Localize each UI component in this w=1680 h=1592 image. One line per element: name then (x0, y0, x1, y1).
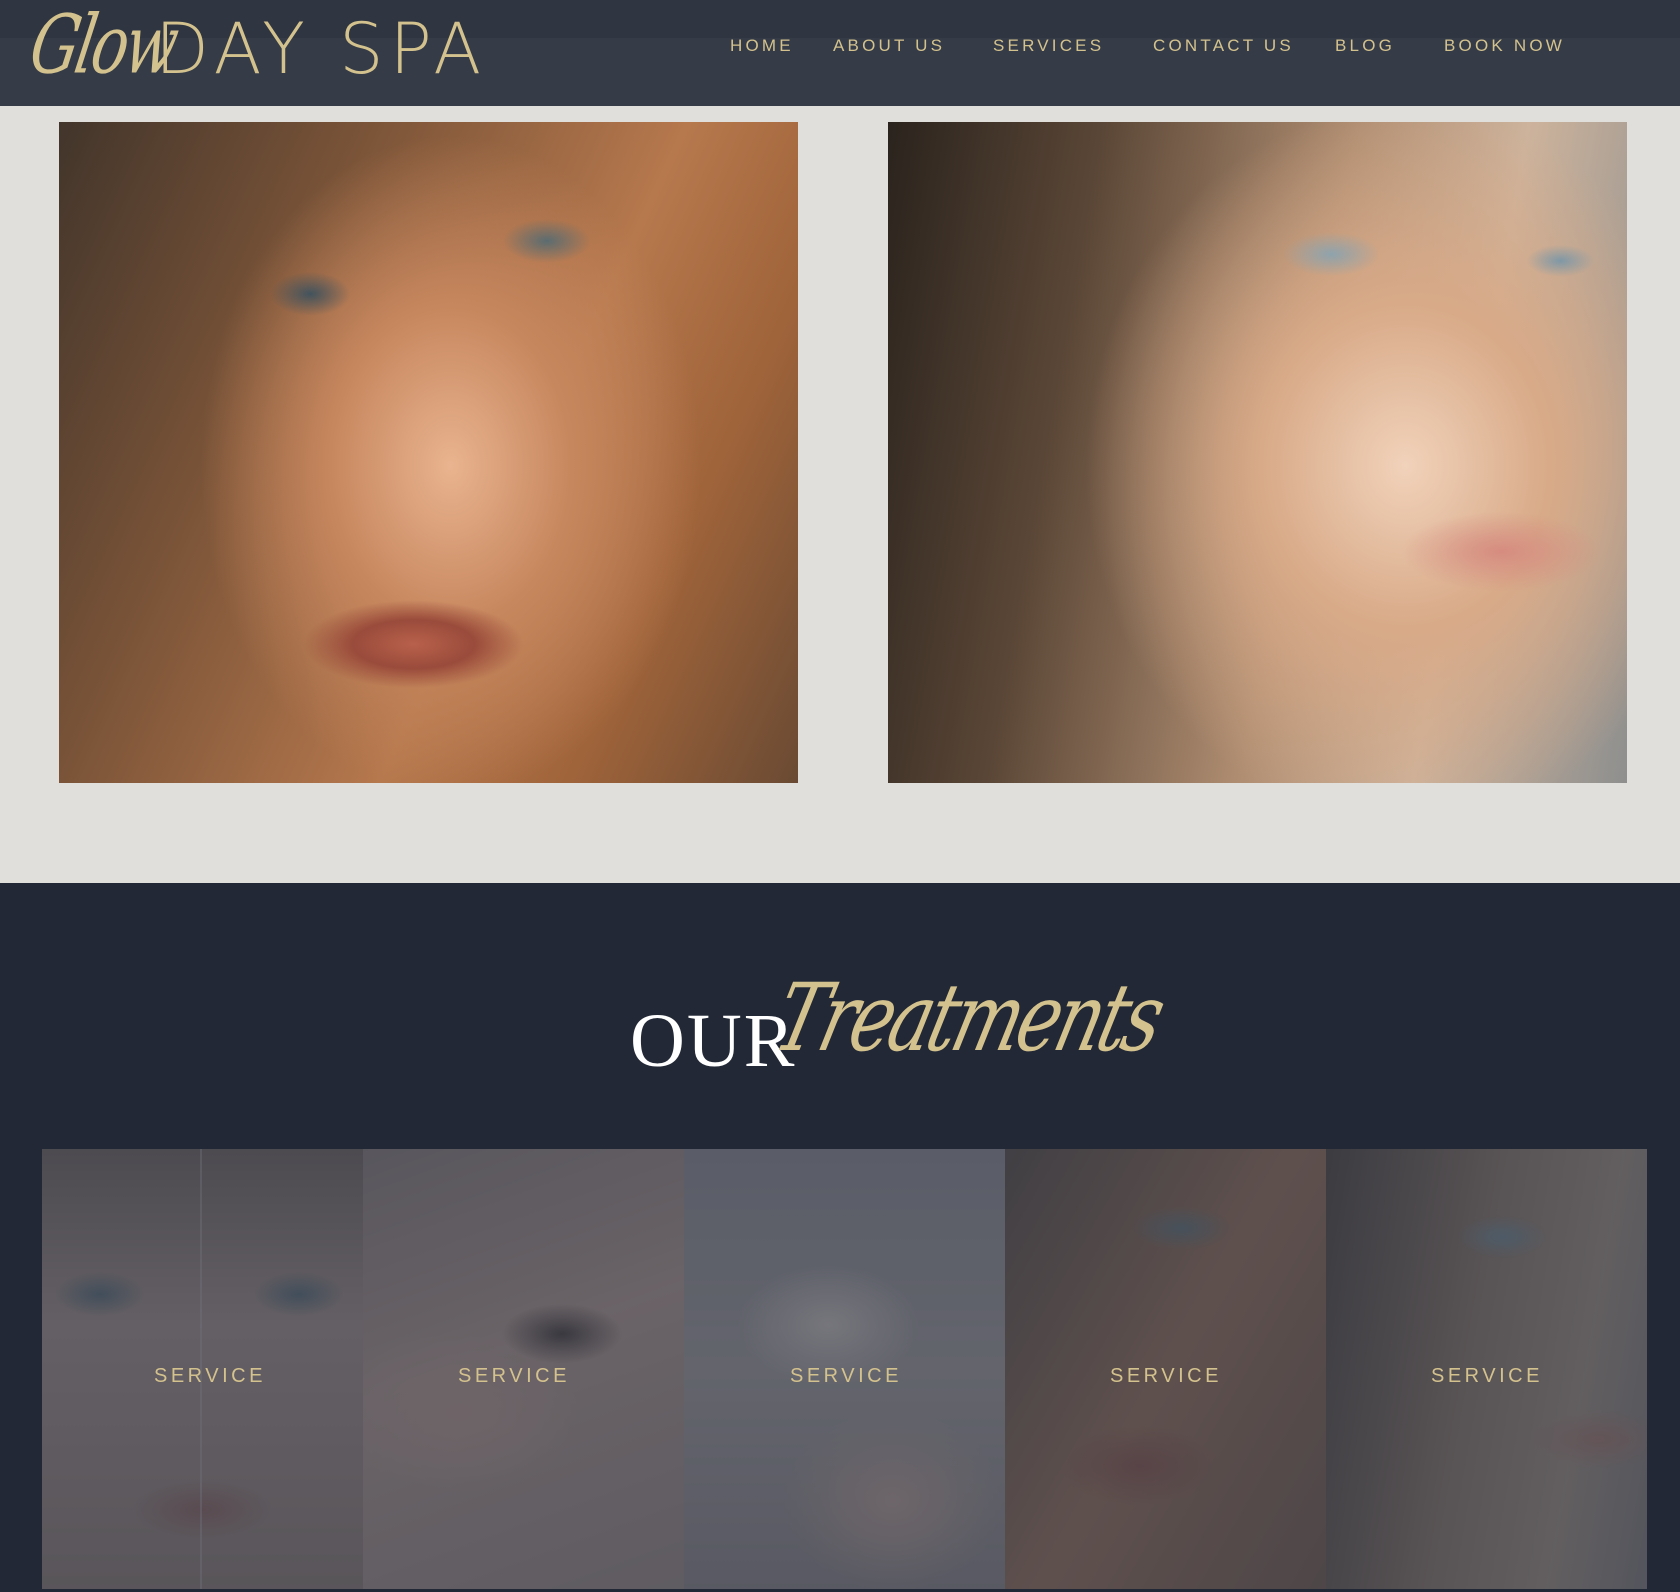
site-header: Glow DAY SPA HOME ABOUT US SERVICES CONT… (0, 0, 1680, 106)
nav-book-now[interactable]: BOOK NOW (1444, 36, 1565, 56)
service-card[interactable]: SERVICE (684, 1149, 1005, 1589)
nav-services[interactable]: SERVICES (993, 36, 1104, 56)
main-nav: HOME ABOUT US SERVICES CONTACT US BLOG B… (0, 36, 1680, 60)
service-card-label: SERVICE (154, 1365, 266, 1387)
treatments-heading: OUR Treatments (0, 943, 1680, 1083)
nav-home[interactable]: HOME (730, 36, 794, 56)
nav-about-us[interactable]: ABOUT US (833, 36, 945, 56)
heading-script-text: Treatments (764, 963, 1173, 1073)
nav-blog[interactable]: BLOG (1335, 36, 1395, 56)
treatments-section: OUR Treatments SERVICE SERVICE SERVICE S… (0, 883, 1680, 1592)
service-card[interactable]: SERVICE (1005, 1149, 1326, 1589)
service-card[interactable]: SERVICE (363, 1149, 684, 1589)
nav-contact-us[interactable]: CONTACT US (1153, 36, 1294, 56)
hero-photo-right (888, 122, 1627, 783)
service-card[interactable]: SERVICE (42, 1149, 363, 1589)
service-card-label: SERVICE (458, 1365, 570, 1387)
service-card[interactable]: SERVICE (1326, 1149, 1647, 1589)
service-card-label: SERVICE (1431, 1365, 1543, 1387)
hero-photo-left (59, 122, 798, 783)
service-card-label: SERVICE (1110, 1365, 1222, 1387)
service-card-label: SERVICE (790, 1365, 902, 1387)
